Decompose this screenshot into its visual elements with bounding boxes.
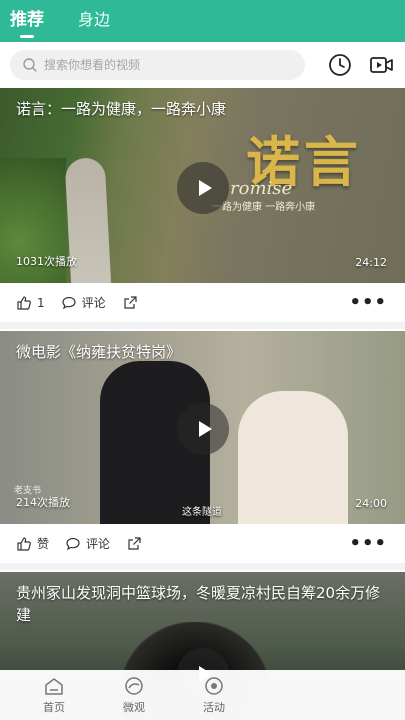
comment-button[interactable]: 评论 [65,535,110,552]
subtitle-caption: 这条隧道 [182,507,222,518]
share-button[interactable] [126,536,147,552]
more-options-icon[interactable]: ••• [349,292,387,313]
overlay-word: romise [230,178,293,199]
nav-micro-view-label: 微观 [123,700,145,714]
like-label: 赞 [37,537,50,551]
activity-icon [205,676,223,695]
overlay-subtitle: 一路为健康 一路奔小康 [212,202,316,213]
video-title: 贵州冢山发现洞中篮球场，冬暖夏凉村民自筹20余万修建 [16,584,381,624]
thumbs-up-icon [17,536,31,551]
play-button[interactable] [177,403,229,455]
thumbs-up-icon [17,295,31,310]
nav-home-label: 首页 [43,700,65,714]
action-bar: 赞 评论 ••• [0,524,405,570]
clock-icon[interactable] [327,52,353,78]
bottom-navigation: 首页 微观 活动 [0,670,405,720]
video-thumbnail[interactable]: 诺言 romise 一路为健康 一路奔小康 诺言：一路为健康，一路奔小康 103… [0,88,405,283]
video-duration: 24:12 [355,256,387,269]
like-count: 1 [37,295,45,310]
nav-micro-view[interactable]: 微观 [94,670,174,720]
share-icon [128,536,141,550]
comment-icon [66,537,80,550]
thumbnail-person-right [238,391,348,524]
micro-view-icon [125,676,143,695]
comment-icon [62,296,76,309]
comment-label: 评论 [86,537,111,551]
like-button[interactable]: 赞 [16,535,49,552]
comment-button[interactable]: 评论 [61,294,106,311]
video-card: 微电影《纳雍扶贫特岗》 老支书 这条隧道 214次播放 24:00 赞 评论 •… [0,331,405,570]
video-duration: 24:00 [355,497,387,510]
play-button[interactable] [177,162,229,214]
search-icon [23,58,37,72]
tab-recommended[interactable]: 推荐 [10,5,44,42]
home-icon [45,677,63,695]
like-button[interactable]: 1 [16,295,45,311]
video-camera-icon[interactable] [369,52,395,78]
search-row [0,42,405,88]
play-count: 1031次播放 [16,255,77,268]
play-count: 214次播放 [16,496,70,509]
more-options-icon[interactable]: ••• [349,533,387,554]
action-bar: 1 评论 ••• [0,283,405,329]
tab-nearby[interactable]: 身边 [78,6,110,42]
video-thumbnail[interactable]: 微电影《纳雍扶贫特岗》 老支书 这条隧道 214次播放 24:00 [0,331,405,524]
nav-activity[interactable]: 活动 [174,670,254,720]
search-box[interactable] [10,50,306,80]
search-input[interactable] [44,58,274,72]
top-tab-bar: 推荐 身边 [0,0,405,42]
share-icon [124,295,137,309]
nav-activity-label: 活动 [203,700,225,714]
video-card: 诺言 romise 一路为健康 一路奔小康 诺言：一路为健康，一路奔小康 103… [0,88,405,329]
video-title: 诺言：一路为健康，一路奔小康 [16,100,227,118]
share-button[interactable] [122,295,143,311]
video-title: 微电影《纳雍扶贫特岗》 [16,343,182,361]
comment-label: 评论 [81,296,106,310]
nav-home[interactable]: 首页 [14,670,94,720]
